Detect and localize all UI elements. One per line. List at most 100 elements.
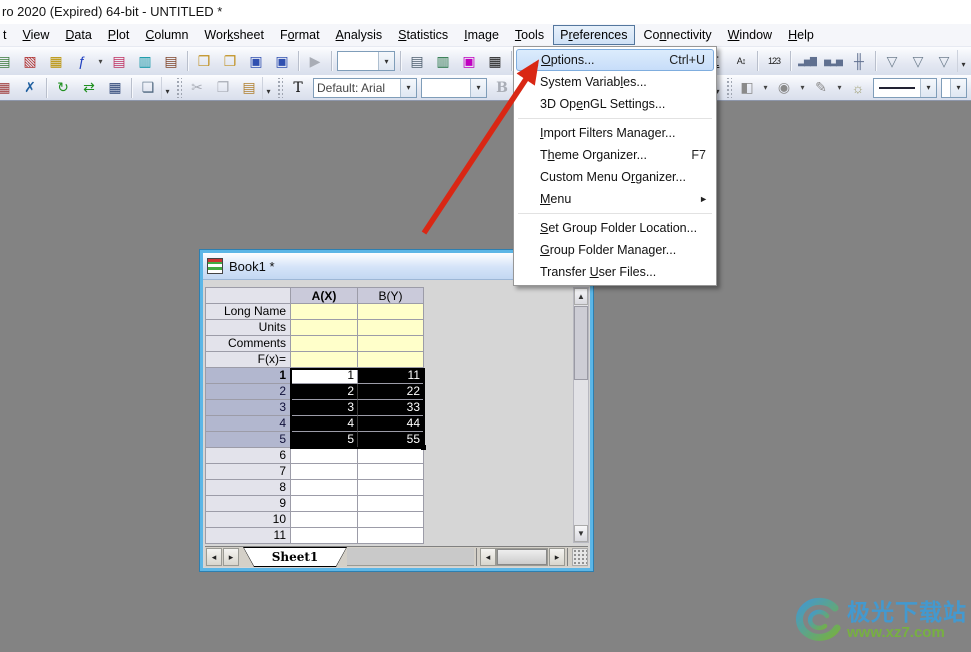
menu-item-group-folder-manager[interactable]: Group Folder Manager...	[516, 239, 714, 261]
remove-filter-icon[interactable]: ▽	[906, 49, 930, 73]
cell-b4[interactable]: 44	[358, 416, 424, 432]
open-template-icon[interactable]: ❐	[218, 49, 242, 73]
highlight-icon[interactable]: ☼	[846, 76, 870, 100]
new-function-icon[interactable]: ƒ	[70, 49, 94, 73]
header-cell-b3[interactable]	[358, 352, 424, 368]
menubar-item-image[interactable]: Image	[457, 25, 506, 45]
row-label-units[interactable]: Units	[205, 320, 291, 336]
cell-b3[interactable]: 33	[358, 400, 424, 416]
toolbar-grip[interactable]	[725, 77, 732, 98]
cell-b9[interactable]	[358, 496, 424, 512]
save-template-icon[interactable]: ▣	[270, 49, 294, 73]
row-label-long-name[interactable]: Long Name	[205, 304, 291, 320]
menubar-item-tools[interactable]: Tools	[508, 25, 551, 45]
cell-a11[interactable]	[291, 528, 358, 544]
menubar-item-analysis[interactable]: Analysis	[329, 25, 390, 45]
row-header-1[interactable]: 1	[205, 368, 291, 384]
row-label-f-x-[interactable]: F(x)=	[205, 352, 291, 368]
print-icon[interactable]: ▤	[405, 49, 429, 73]
tab-next-button[interactable]: ▸	[223, 548, 239, 566]
box-chart-icon[interactable]: ╫	[847, 49, 871, 73]
refresh-sheet-icon[interactable]: ↻	[51, 76, 75, 100]
extract-data-icon[interactable]: ▦	[103, 76, 127, 100]
cell-a7[interactable]	[291, 464, 358, 480]
menubar-item-t[interactable]: t	[0, 25, 13, 45]
menubar-item-statistics[interactable]: Statistics	[391, 25, 455, 45]
move-columns-icon[interactable]: ⇄	[77, 76, 101, 100]
sheet-tab[interactable]: Sheet1	[243, 547, 347, 567]
toolbar-grip[interactable]	[175, 77, 182, 98]
column-plot-icon[interactable]: ▂▅▇	[795, 49, 819, 73]
paste-options[interactable]: ▾	[262, 76, 274, 99]
menu-item-set-group-folder-location[interactable]: Set Group Folder Location...	[516, 217, 714, 239]
menu-item-menu[interactable]: Menu ►	[516, 188, 714, 210]
row-label-comments[interactable]: Comments	[205, 336, 291, 352]
format-text-icon[interactable]: T	[286, 76, 310, 100]
clear-worksheet-icon[interactable]: ✗	[18, 76, 42, 100]
menubar-item-view[interactable]: View	[15, 25, 56, 45]
menu-item-opengl-settings[interactable]: 3D OpenGL Settings...	[516, 93, 714, 115]
book1-window[interactable]: Book1 * A(X) B(Y) Long Name Units Comments F(…	[199, 249, 594, 572]
border-width-combo[interactable]: ▾	[941, 77, 967, 98]
menubar-item-preferences[interactable]: Preferences	[553, 25, 635, 45]
line-style-combo[interactable]: ▾	[873, 77, 937, 98]
menu-item-options[interactable]: Options... Ctrl+U	[516, 49, 714, 71]
cell-a6[interactable]	[291, 448, 358, 464]
menubar-item-worksheet[interactable]: Worksheet	[197, 25, 271, 45]
set-column-values-icon[interactable]: 123	[762, 49, 786, 73]
header-cell-a3[interactable]	[291, 352, 358, 368]
cut-icon[interactable]: ✂	[185, 76, 209, 100]
combo-arrow-icon[interactable]: ▾	[378, 52, 394, 70]
tab-prev-button[interactable]: ◂	[206, 548, 222, 566]
cell-b10[interactable]	[358, 512, 424, 528]
set-column-designation-icon[interactable]: ▦	[0, 76, 16, 100]
header-cell-a0[interactable]	[291, 304, 358, 320]
sort-icon[interactable]: A↕	[729, 49, 753, 73]
row-header-7[interactable]: 7	[205, 464, 291, 480]
combo-arrow-icon[interactable]: ▾	[470, 78, 486, 97]
row-header-5[interactable]: 5	[205, 432, 291, 448]
header-cell-b2[interactable]	[358, 336, 424, 352]
cell-a1[interactable]: 1	[291, 368, 358, 384]
scroll-up-button[interactable]: ▲	[574, 288, 588, 305]
menubar-item-window[interactable]: Window	[721, 25, 779, 45]
cell-b2[interactable]: 22	[358, 384, 424, 400]
row-header-8[interactable]: 8	[205, 480, 291, 496]
header-cell-b0[interactable]	[358, 304, 424, 320]
hscroll-left-button[interactable]: ◂	[480, 548, 496, 566]
menubar-item-column[interactable]: Column	[138, 25, 195, 45]
cell-b6[interactable]	[358, 448, 424, 464]
fill-color-icon[interactable]: ◧	[735, 76, 759, 100]
row-header-2[interactable]: 2	[205, 384, 291, 400]
combo-arrow-icon[interactable]: ▾	[950, 78, 966, 97]
new-graph-icon[interactable]: ▧	[18, 49, 42, 73]
worksheet-grid[interactable]: A(X) B(Y) Long Name Units Comments F(x)= 1 1 11 2…	[205, 287, 426, 544]
menu-item-transfer-user-files[interactable]: Transfer User Files...	[516, 261, 714, 283]
cell-b7[interactable]	[358, 464, 424, 480]
column-header-by[interactable]: B(Y)	[358, 287, 424, 304]
hscroll-thumb[interactable]	[497, 549, 547, 565]
font-combo[interactable]: Default: Arial ▾	[313, 77, 417, 98]
palette-dropdown[interactable]: ▾	[797, 77, 808, 99]
cell-a5[interactable]: 5	[291, 432, 358, 448]
scroll-down-button[interactable]: ▼	[574, 525, 588, 542]
combo-arrow-icon[interactable]: ▾	[920, 78, 936, 97]
cell-b1[interactable]: 11	[358, 368, 424, 384]
row-header-9[interactable]: 9	[205, 496, 291, 512]
new-worksheet-icon[interactable]: ▦	[44, 49, 68, 73]
menu-item-theme-organizer[interactable]: Theme Organizer... F7	[516, 144, 714, 166]
window-select-combo[interactable]: ▾	[337, 51, 395, 71]
new-matrix-icon[interactable]: ▥	[133, 49, 157, 73]
horizontal-scrollbar[interactable]	[496, 548, 548, 566]
row-header-6[interactable]: 6	[205, 448, 291, 464]
open-icon[interactable]: ❒	[192, 49, 216, 73]
cell-a2[interactable]: 2	[291, 384, 358, 400]
fill-color-dropdown[interactable]: ▾	[760, 77, 771, 99]
menubar-item-connectivity[interactable]: Connectivity	[637, 25, 719, 45]
reapply-filter-icon[interactable]: ▽	[932, 49, 956, 73]
video-capture-icon[interactable]: ▦	[483, 49, 507, 73]
header-cell-b1[interactable]	[358, 320, 424, 336]
hscroll-right-button[interactable]: ▸	[549, 548, 565, 566]
cell-a10[interactable]	[291, 512, 358, 528]
new-project-icon[interactable]: ▤	[0, 49, 16, 73]
